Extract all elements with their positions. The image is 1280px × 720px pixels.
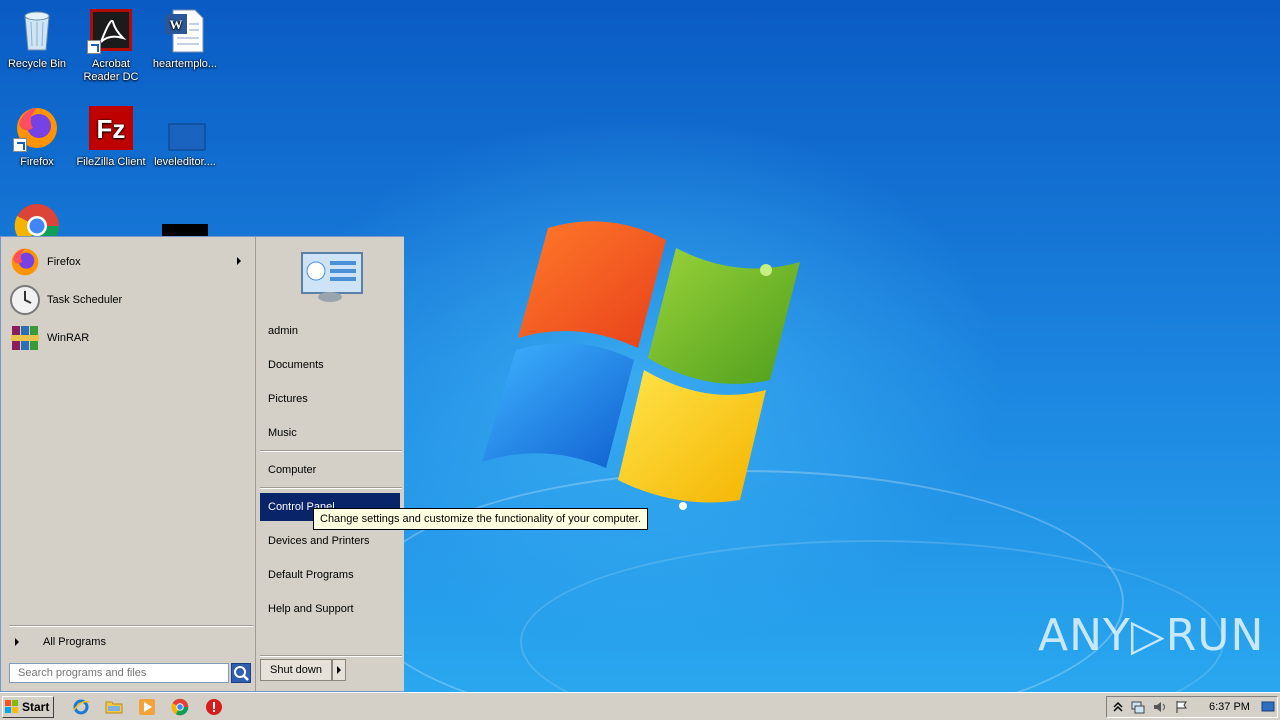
network-icon[interactable] xyxy=(1131,700,1145,714)
place-item-music[interactable]: Music xyxy=(260,420,400,446)
word-document-icon: W xyxy=(161,6,209,54)
winrar-icon xyxy=(9,322,41,354)
separator xyxy=(260,487,402,489)
place-item-documents[interactable]: Documents xyxy=(260,352,400,378)
control-panel-tooltip: Change settings and customize the functi… xyxy=(313,508,649,530)
desktop-icon-label: Firefox xyxy=(20,156,54,168)
search-icon xyxy=(234,666,249,681)
clock[interactable]: 6:37 PM xyxy=(1209,701,1250,713)
start-label: Start xyxy=(22,700,50,714)
svg-text:Fz: Fz xyxy=(97,114,126,144)
show-hidden-icons-icon[interactable] xyxy=(1111,700,1125,714)
program-label: Firefox xyxy=(47,256,81,268)
volume-icon[interactable] xyxy=(1153,700,1167,714)
filezilla-icon: Fz xyxy=(87,104,135,152)
anyrun-watermark: ANY▷RUN xyxy=(1038,610,1265,661)
search-input[interactable] xyxy=(9,663,229,683)
folder-icon[interactable] xyxy=(105,698,123,716)
clock-icon xyxy=(9,284,41,316)
user-picture[interactable] xyxy=(300,251,364,303)
shortcut-arrow-icon xyxy=(13,138,27,152)
program-label: WinRAR xyxy=(47,332,90,344)
separator xyxy=(260,655,402,657)
separator xyxy=(260,450,402,452)
place-item-devices-and-printers[interactable]: Devices and Printers xyxy=(260,528,400,554)
start-menu-programs-pane: Firefox Task Scheduler WinRAR All Progra… xyxy=(3,239,253,689)
search-button[interactable] xyxy=(231,663,251,683)
submenu-arrow-icon[interactable] xyxy=(237,257,241,265)
control-panel-picture-icon xyxy=(301,252,363,302)
shutdown-button[interactable]: Shut down xyxy=(260,659,332,681)
system-tray: 6:37 PM xyxy=(1106,696,1278,718)
shortcut-arrow-icon xyxy=(87,40,101,54)
start-menu: Firefox Task Scheduler WinRAR All Progra… xyxy=(0,236,404,692)
program-item-winrar[interactable]: WinRAR xyxy=(9,321,249,355)
show-desktop-icon[interactable] xyxy=(1261,700,1275,714)
windows-flag-icon xyxy=(5,700,19,714)
all-programs-label: All Programs xyxy=(43,636,106,648)
desktop-icon-label: FileZilla Client xyxy=(76,156,146,168)
file-icon xyxy=(161,104,209,152)
media-player-icon[interactable] xyxy=(138,698,156,716)
desktop-icon-firefox[interactable]: Firefox xyxy=(0,104,74,169)
desktop-icon-filezilla[interactable]: Fz FileZilla Client xyxy=(74,104,148,169)
desktop-icon-recycle-bin[interactable]: Recycle Bin xyxy=(0,6,74,71)
place-item-computer[interactable]: Computer xyxy=(260,457,400,483)
chrome-icon[interactable] xyxy=(171,698,189,716)
acrobat-icon xyxy=(87,6,135,54)
internet-explorer-icon[interactable] xyxy=(72,698,90,716)
windows-logo xyxy=(482,221,800,510)
place-item-admin[interactable]: admin xyxy=(260,318,400,344)
shutdown-options-button[interactable] xyxy=(332,659,346,681)
svg-text:W: W xyxy=(170,17,183,32)
desktop-icon-word-document[interactable]: W heartemplo... xyxy=(148,6,222,71)
program-label: Task Scheduler xyxy=(47,294,123,306)
stop-icon[interactable] xyxy=(205,698,223,716)
all-programs-button[interactable]: All Programs xyxy=(9,631,249,653)
desktop-icon-label: Acrobat Reader DC xyxy=(83,58,139,83)
desktop-icon-label: Recycle Bin xyxy=(7,58,67,70)
separator xyxy=(9,625,253,627)
desktop-icon-leveleditor[interactable]: leveleditor.... xyxy=(148,104,222,169)
program-item-task-scheduler[interactable]: Task Scheduler xyxy=(9,283,249,317)
firefox-icon xyxy=(13,104,61,152)
place-item-help-and-support[interactable]: Help and Support xyxy=(260,596,400,622)
place-item-default-programs[interactable]: Default Programs xyxy=(260,562,400,588)
place-item-pictures[interactable]: Pictures xyxy=(260,386,400,412)
recycle-bin-icon xyxy=(13,6,61,54)
taskbar: Start 6:37 PM xyxy=(0,692,1280,720)
start-menu-places-pane: admin Documents Pictures Music Computer … xyxy=(255,237,404,691)
action-center-flag-icon[interactable] xyxy=(1175,700,1189,714)
expand-arrow-icon xyxy=(15,638,19,646)
desktop-icon-label: leveleditor.... xyxy=(154,156,216,168)
desktop-icon-acrobat[interactable]: Acrobat Reader DC xyxy=(74,6,148,84)
firefox-icon xyxy=(9,246,41,278)
start-button[interactable]: Start xyxy=(2,696,54,718)
program-item-firefox[interactable]: Firefox xyxy=(9,245,249,279)
desktop-icon-label: heartemplo... xyxy=(152,58,218,70)
